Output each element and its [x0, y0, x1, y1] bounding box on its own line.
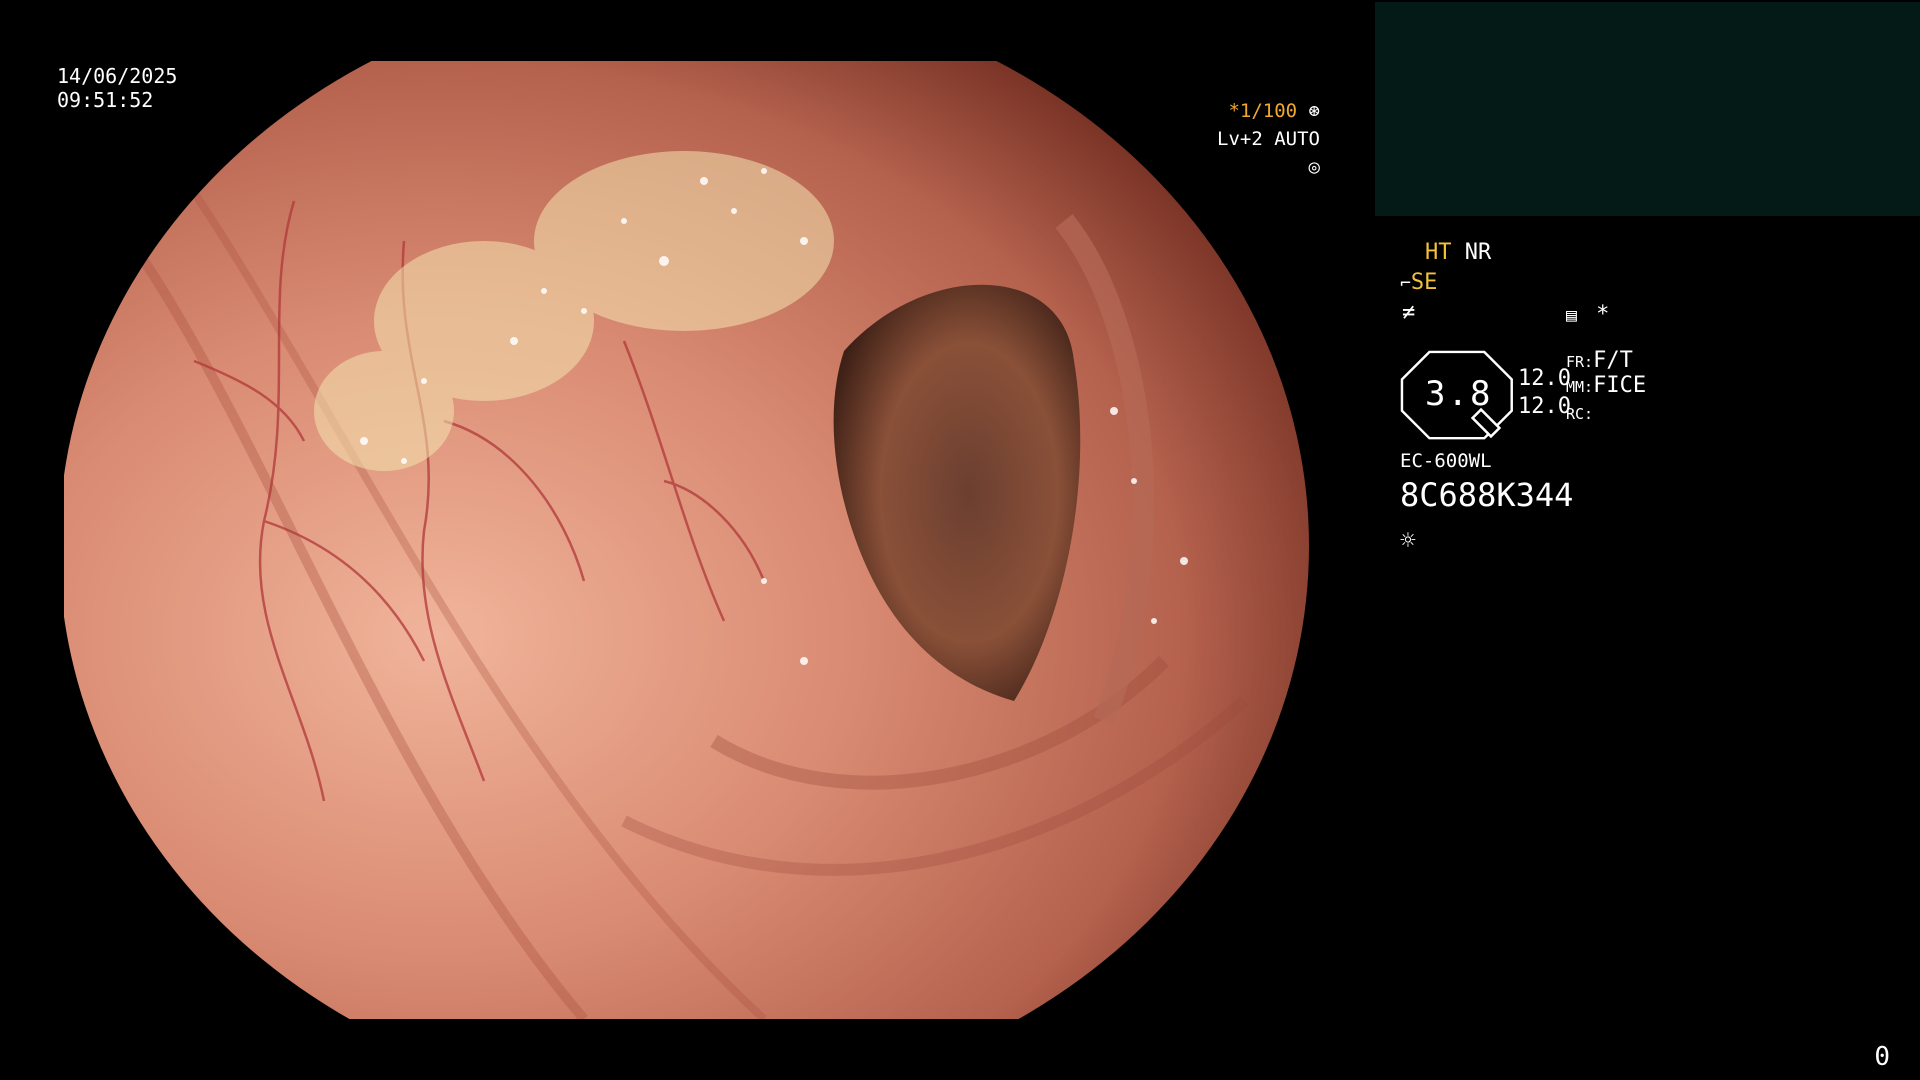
mm-label: MM: [1566, 378, 1594, 396]
scope-tip-icon: ⌐ [1400, 273, 1411, 294]
light-level: Lv+2 AUTO [1217, 128, 1320, 150]
mm-value: FICE [1593, 373, 1647, 398]
filter-off-icon: ≠ [1402, 300, 1416, 325]
value-1: 12.0 [1518, 366, 1571, 391]
scope-serial: 8C688K344 [1400, 476, 1574, 514]
document-list-icon: ▤ [1566, 305, 1577, 326]
asterisk-mark: * [1596, 302, 1610, 327]
gauge-value: 3.8 [1425, 374, 1493, 414]
value-2: 12.0 [1518, 394, 1571, 419]
se-label: SE [1410, 270, 1438, 295]
counter: 0 [1874, 1042, 1890, 1072]
fr-label: FR: [1566, 353, 1594, 371]
aperture-icon: ⊛ [1308, 100, 1320, 122]
ht-label: HT [1425, 240, 1452, 265]
thumbnail-panel [1375, 2, 1920, 216]
nr-label: NR [1464, 240, 1492, 265]
exposure-readout: *1/100 ⊛ Lv+2 AUTO ◎ [1195, 97, 1320, 181]
fr-value: F/T [1593, 348, 1633, 373]
sun-icon: ☼ [1400, 526, 1416, 556]
endoscopy-image [64, 61, 1311, 1019]
scope-model: EC-600WL [1400, 450, 1492, 472]
rc-label: RC: [1566, 405, 1594, 423]
iris-icon: ◎ [1308, 156, 1320, 178]
shutter-speed: *1/100 [1228, 100, 1298, 122]
